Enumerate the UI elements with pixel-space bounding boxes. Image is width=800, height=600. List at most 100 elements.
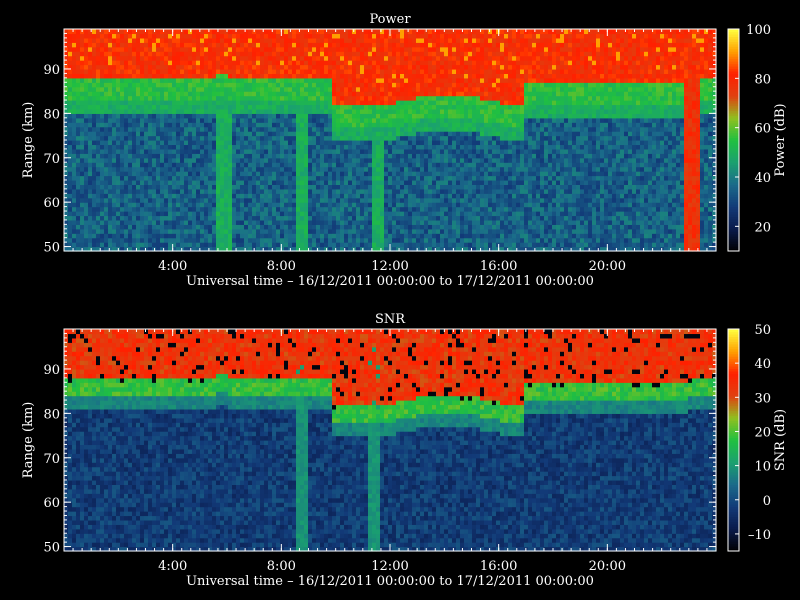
heatmap-cell (352, 224, 357, 230)
heatmap-cell (112, 171, 117, 177)
heatmap-cell (324, 153, 329, 159)
heatmap-cell (260, 95, 265, 101)
heatmap-cell (404, 206, 409, 212)
heatmap-cell (148, 140, 153, 146)
heatmap-cell (336, 68, 341, 74)
heatmap-cell (216, 197, 221, 203)
heatmap-cell (256, 42, 261, 48)
heatmap-cell (452, 166, 457, 172)
heatmap-cell (172, 228, 177, 234)
heatmap-cell (368, 126, 373, 132)
heatmap-cell (196, 237, 201, 243)
heatmap-cell (172, 64, 177, 70)
heatmap-cell (392, 100, 397, 106)
heatmap-cell (404, 215, 409, 221)
heatmap-cell (392, 148, 397, 154)
heatmap-cell (184, 64, 189, 70)
heatmap-cell (264, 46, 269, 52)
heatmap-cell (396, 188, 401, 194)
heatmap-cell (396, 33, 401, 39)
heatmap-cell (368, 233, 373, 239)
heatmap-cell (284, 219, 289, 225)
heatmap-cell (376, 55, 381, 61)
heatmap-cell (160, 37, 165, 43)
heatmap-cell (92, 117, 97, 123)
heatmap-cell (456, 179, 461, 185)
heatmap-cell (400, 184, 405, 190)
heatmap-cell (232, 100, 237, 106)
heatmap-cell (188, 184, 193, 190)
heatmap-cell (100, 166, 105, 172)
heatmap-cell (292, 126, 297, 132)
heatmap-cell (416, 202, 421, 208)
heatmap-cell (372, 197, 377, 203)
heatmap-cell (428, 113, 433, 119)
heatmap-cell (236, 117, 241, 123)
heatmap-cell (188, 126, 193, 132)
heatmap-cell (292, 33, 297, 39)
heatmap-cell (228, 122, 233, 128)
heatmap-cell (356, 122, 361, 128)
heatmap-cell (256, 117, 261, 123)
heatmap-cell (356, 95, 361, 101)
heatmap-cell (192, 64, 197, 70)
heatmap-cell (156, 104, 161, 110)
heatmap-cell (260, 86, 265, 92)
heatmap-cell (412, 51, 417, 57)
heatmap-cell (108, 157, 113, 163)
heatmap-cell (284, 77, 289, 83)
heatmap-cell (400, 215, 405, 221)
heatmap-cell (368, 86, 373, 92)
heatmap-cell (388, 193, 393, 199)
heatmap-cell (392, 157, 397, 163)
heatmap-cell (328, 86, 333, 92)
heatmap-cell (348, 148, 353, 154)
heatmap-cell (352, 82, 357, 88)
heatmap-cell (168, 162, 173, 168)
heatmap-cell (272, 237, 277, 243)
heatmap-cell (380, 144, 385, 150)
heatmap-cell (184, 224, 189, 230)
heatmap-cell (300, 233, 305, 239)
heatmap-cell (304, 237, 309, 243)
heatmap-cell (232, 215, 237, 221)
heatmap-cell (332, 77, 337, 83)
heatmap-cell (288, 171, 293, 177)
heatmap-cell (304, 140, 309, 146)
heatmap-cell (176, 60, 181, 66)
heatmap-cell (248, 166, 253, 172)
heatmap-cell (196, 73, 201, 79)
heatmap-cell (308, 148, 313, 154)
heatmap-cell (432, 64, 437, 70)
heatmap-cell (276, 29, 281, 35)
heatmap-cell (312, 140, 317, 146)
heatmap-cell (276, 122, 281, 128)
heatmap-cell (84, 82, 89, 88)
heatmap-cell (420, 117, 425, 123)
heatmap-cell (408, 144, 413, 150)
heatmap-cell (236, 100, 241, 106)
heatmap-cell (224, 82, 229, 88)
heatmap-cell (264, 202, 269, 208)
heatmap-cell (248, 37, 253, 43)
heatmap-cell (120, 219, 125, 225)
heatmap-cell (460, 184, 465, 190)
heatmap-cell (176, 122, 181, 128)
heatmap-cell (312, 237, 317, 243)
heatmap-cell (344, 202, 349, 208)
heatmap-cell (308, 144, 313, 150)
heatmap-cell (448, 108, 453, 114)
heatmap-cell (324, 95, 329, 101)
heatmap-cell (428, 29, 433, 35)
heatmap-cell (128, 60, 133, 66)
heatmap-cell (172, 215, 177, 221)
heatmap-cell (108, 140, 113, 146)
heatmap-cell (408, 140, 413, 146)
heatmap-cell (256, 37, 261, 43)
heatmap-cell (124, 233, 129, 239)
heatmap-cell (368, 219, 373, 225)
heatmap-cell (244, 162, 249, 168)
heatmap-cell (164, 42, 169, 48)
heatmap-cell (252, 219, 257, 225)
heatmap-cell (452, 108, 457, 114)
